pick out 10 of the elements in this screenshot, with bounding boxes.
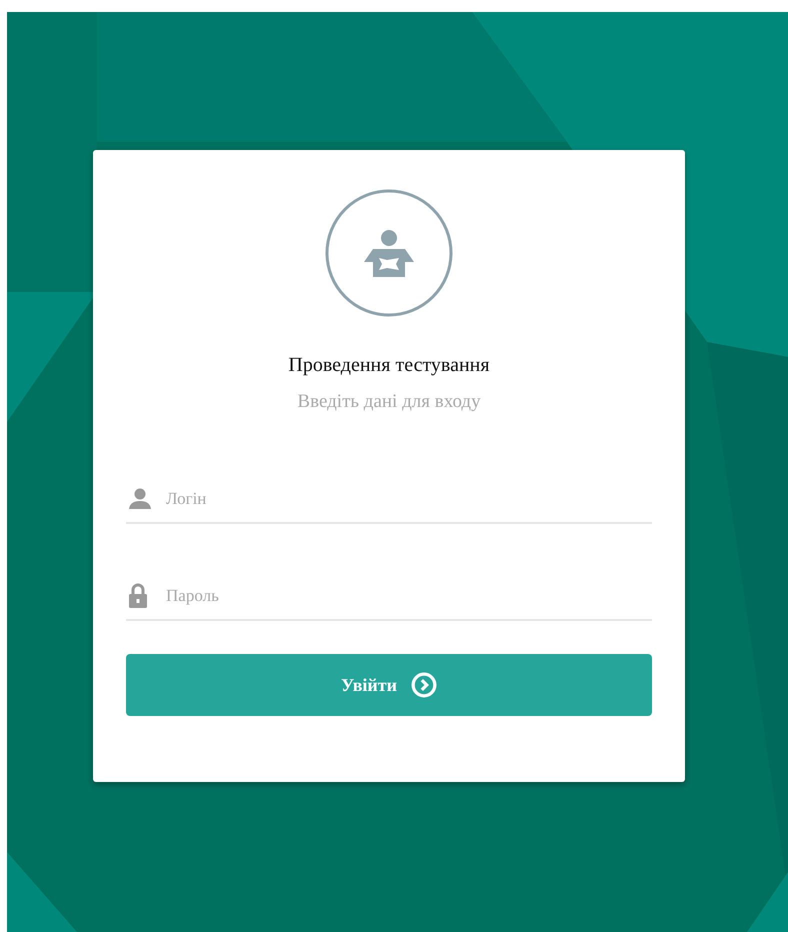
login-field[interactable]: Логін	[166, 484, 652, 514]
login-subtitle: Введіть дані для входу	[297, 391, 481, 413]
login-title: Проведення тестування	[288, 354, 490, 377]
reader-icon	[324, 188, 454, 318]
lock-icon	[128, 583, 148, 609]
login-button[interactable]: Увійти	[126, 654, 652, 716]
user-icon	[128, 488, 152, 510]
background-shape	[747, 872, 788, 932]
chevron-circle-icon	[411, 672, 438, 698]
password-field[interactable]: Пароль	[166, 581, 652, 611]
